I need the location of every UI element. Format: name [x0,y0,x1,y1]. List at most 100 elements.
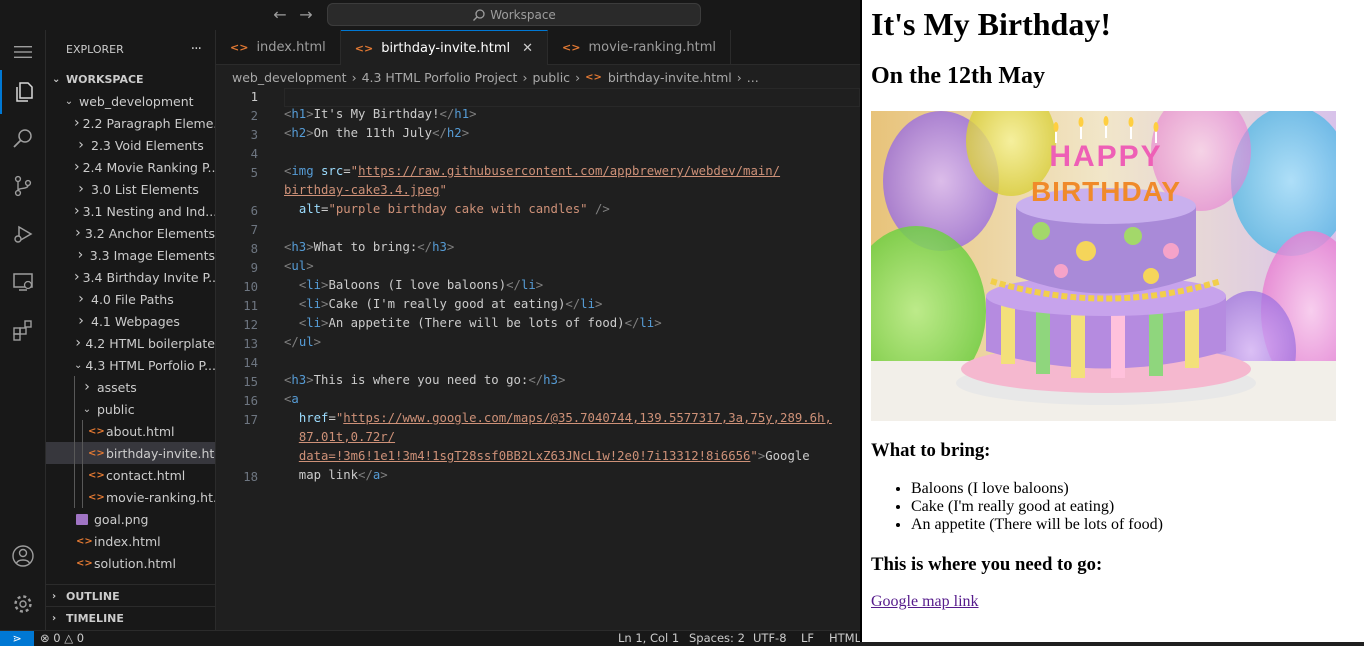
tab-index-html[interactable]: <> index.html [216,30,341,65]
title-bar: ← → Workspace [0,0,860,30]
settings-gear-icon[interactable] [0,582,46,626]
line-number: 11 [243,299,258,313]
explorer-sidebar: EXPLORER ··· ⌄ WORKSPACE ⌄ web_development… [46,30,216,630]
chevron-right-icon: › [575,69,581,85]
forward-arrow-icon[interactable]: → [296,5,316,25]
search-icon [473,8,485,21]
tree-item-label: 3.3 Image Elements [89,247,215,263]
chevron-right-icon: › [78,137,84,153]
tree-folder[interactable]: ⌄ 4.3 HTML Porfolio P... [46,354,215,376]
menu-icon[interactable] [0,30,46,74]
line-number: 10 [243,280,258,294]
tree-folder[interactable]: › 3.2 Anchor Elements [46,222,215,244]
tree-folder[interactable]: ⌄ public [46,398,215,420]
html-file-icon: <> [88,491,105,503]
tree-folder[interactable]: › 3.1 Nesting and Ind... [46,200,215,222]
code-line: <img src="https://raw.githubusercontent.… [284,164,781,178]
breadcrumb-item[interactable]: 4.3 HTML Porfolio Project [362,70,518,85]
code-editor[interactable]: 1 2 3 4 5 6 7 8 9 10 11 12 13 14 15 16 17 18 <h1>It's My … [216,88,860,630]
indent-guide [74,442,75,464]
tree-folder[interactable]: › 3.0 List Elements [46,178,215,200]
tree-folder[interactable]: › 2.4 Movie Ranking P... [46,156,215,178]
google-map-link[interactable]: Google map link [871,593,979,611]
code-line: <li>An appetite (There will be lots of f… [298,316,662,330]
breadcrumb-item[interactable]: ... [747,70,759,85]
remote-explorer-icon[interactable] [0,260,46,304]
tree-folder[interactable]: › 2.2 Paragraph Eleme... [46,112,215,134]
tree-folder[interactable]: › 4.2 HTML boilerplate [46,332,215,354]
tree-file[interactable]: <> movie-ranking.ht... [46,486,215,508]
code-line: <h2>On the 11th July</h2> [284,126,470,140]
close-icon[interactable]: ✕ [522,41,533,56]
workspace-section[interactable]: ⌄ WORKSPACE [46,68,215,90]
tree-folder-web-development[interactable]: ⌄ web_development [46,90,215,112]
line-number: 15 [243,375,258,389]
error-icon: ⊗ [40,631,50,645]
tab-movie-ranking-html[interactable]: <> movie-ranking.html [548,30,731,65]
code-line: <a [284,392,299,406]
breadcrumb-item[interactable]: public [532,70,570,85]
remote-indicator-icon[interactable]: ⋗ [0,631,34,646]
timeline-section[interactable]: › TIMELINE [46,606,215,629]
tree-file[interactable]: <> birthday-invite.ht... [46,442,215,464]
tree-folder[interactable]: › 3.4 Birthday Invite P... [46,266,215,288]
encoding[interactable]: UTF-8 [753,631,787,646]
explorer-icon[interactable] [0,70,46,114]
problems-indicator[interactable]: ⊗ 0 △ 0 [40,631,84,646]
tree-item-label: index.html [94,533,161,549]
language-mode[interactable]: HTML [829,631,861,646]
indentation[interactable]: Spaces: 2 [689,631,745,646]
tree-folder[interactable]: › 4.1 Webpages [46,310,215,332]
search-sidebar-icon[interactable] [0,116,46,160]
cake-topper-text: HAPPY [1049,140,1162,173]
birthday-cake-image: HAPPY BIRTHDAY [871,111,1336,421]
line-number: 16 [243,394,258,408]
tree-file[interactable]: goal.png [46,508,215,530]
preview-heading-2: On the 12th May [871,63,1045,89]
tree-file[interactable]: <> about.html [46,420,215,442]
code-line: <h3>This is where you need to go:</h3> [284,373,566,387]
tree-folder[interactable]: › 4.0 File Paths [46,288,215,310]
line-number: 2 [250,109,258,123]
end-of-line[interactable]: LF [801,631,814,646]
tree-file[interactable]: <> solution.html [46,552,215,574]
account-icon[interactable] [0,534,46,578]
breadcrumb-item[interactable]: birthday-invite.html [608,70,732,85]
tree-folder[interactable]: › assets [46,376,215,398]
breadcrumb-item[interactable]: web_development [232,70,347,85]
tree-item-label: 4.2 HTML boilerplate [85,335,215,351]
extensions-icon[interactable] [0,308,46,352]
list-item: Cake (I'm really good at eating) [911,498,1163,516]
tree-folder[interactable]: › 3.3 Image Elements [46,244,215,266]
list-item: Baloons (I love baloons) [911,480,1163,498]
line-number: 18 [243,470,258,484]
line-number: 12 [243,318,258,332]
run-debug-icon[interactable] [0,212,46,256]
cursor-position[interactable]: Ln 1, Col 1 [618,631,679,646]
tree-file[interactable]: <> contact.html [46,464,215,486]
command-center-search[interactable]: Workspace [327,3,701,26]
outline-section[interactable]: › OUTLINE [46,584,215,607]
line-number: 14 [243,356,258,370]
tree-item-label: 3.2 Anchor Elements [84,225,215,241]
tree-item-label: 4.1 Webpages [91,313,180,329]
source-control-icon[interactable] [0,164,46,208]
indent-guide [82,464,83,486]
tree-folder[interactable]: › 2.3 Void Elements [46,134,215,156]
indent-guide [82,442,83,464]
code-line: <li>Cake (I'm really good at eating)</li… [298,297,603,311]
chevron-down-icon: ⌄ [82,403,92,415]
tree-item-label: 4.0 File Paths [91,291,174,307]
more-actions-icon[interactable]: ··· [191,41,202,57]
back-arrow-icon[interactable]: ← [270,5,290,25]
code-line: map link</a> [284,468,388,482]
html-file-icon: <> [562,41,581,54]
editor-tabs: <> index.html <> birthday-invite.html ✕ <> m… [216,30,860,65]
warning-icon: △ [64,631,74,645]
cake-topper-text: BIRTHDAY [1031,176,1181,207]
chevron-right-icon: › [74,115,80,131]
tab-birthday-invite-html[interactable]: <> birthday-invite.html ✕ [340,30,549,65]
html-file-icon: <> [585,71,602,83]
explorer-header: EXPLORER ··· [46,30,215,68]
tree-file[interactable]: <> index.html [46,530,215,552]
